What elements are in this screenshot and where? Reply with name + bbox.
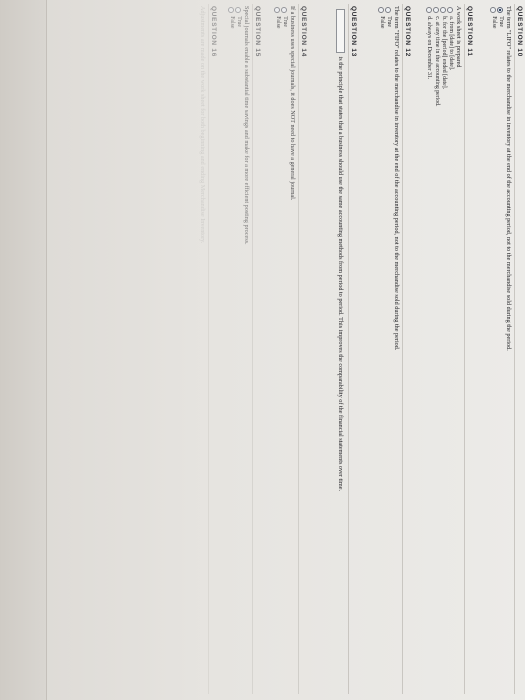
radio-button-icon[interactable] — [228, 7, 235, 14]
option-label: False — [228, 16, 235, 29]
question-16-text: Adjustments are made on the work sheet f… — [199, 6, 206, 244]
question-12-option-true[interactable]: True — [385, 4, 392, 694]
question-16: QUESTION 16 Adjustments are made on the … — [198, 4, 217, 694]
quiz-page: QUESTION 10 The term "LIFO" relates to t… — [0, 0, 525, 700]
question-14: QUESTION 14 If a business uses special j… — [274, 4, 307, 694]
option-label: c. at any time in the accounting period. — [433, 16, 440, 107]
option-label: a. from [date] to [date]. — [448, 16, 454, 71]
radio-button-icon[interactable] — [235, 7, 242, 14]
question-15-text: Special journals enable a substantial ti… — [243, 6, 250, 245]
radio-button-icon[interactable] — [497, 7, 504, 14]
option-label: True — [236, 16, 242, 27]
option-label: False — [490, 16, 497, 29]
radio-button-icon[interactable] — [447, 7, 454, 14]
radio-button-icon[interactable] — [274, 7, 281, 14]
question-10-divider — [514, 4, 515, 694]
question-12-text: The term "FIFO" relates to the merchandi… — [393, 6, 400, 351]
screen-edge — [0, 0, 47, 700]
question-16-header: QUESTION 16 — [210, 6, 217, 58]
question-14-text: If a business uses special journals, it … — [289, 6, 296, 201]
radio-button-icon[interactable] — [281, 7, 288, 14]
radio-button-icon[interactable] — [385, 7, 392, 14]
question-15-option-true[interactable]: True — [235, 4, 242, 694]
question-13-divider — [348, 4, 349, 694]
radio-button-icon[interactable] — [432, 7, 440, 14]
question-13-text: is the principle that states that a busi… — [337, 56, 345, 492]
option-label: True — [386, 16, 392, 27]
question-13-header: QUESTION 13 — [350, 6, 357, 58]
option-label: True — [498, 16, 504, 27]
question-13: QUESTION 13 is the principle that states… — [336, 4, 357, 694]
radio-button-icon[interactable] — [425, 7, 432, 14]
question-14-header: QUESTION 14 — [300, 6, 307, 58]
question-12-option-false[interactable]: False — [378, 4, 385, 694]
question-11-option-d[interactable]: d. always on December 31. — [425, 4, 432, 694]
option-label: True — [282, 16, 288, 27]
question-14-divider — [298, 4, 299, 694]
question-10-header: QUESTION 10 — [516, 6, 523, 58]
question-12-header: QUESTION 12 — [404, 6, 411, 58]
radio-button-icon[interactable] — [440, 7, 447, 14]
question-15: QUESTION 15 Special journals enable a su… — [228, 4, 261, 694]
question-11: QUESTION 11 A work sheet is prepared a. … — [425, 4, 473, 694]
question-11-option-a[interactable]: a. from [date] to [date]. — [447, 4, 454, 694]
question-14-option-false[interactable]: False — [274, 4, 281, 694]
question-10-option-true[interactable]: True — [497, 4, 504, 694]
question-13-line: is the principle that states that a busi… — [336, 4, 345, 694]
question-11-text: A work sheet is prepared — [455, 6, 462, 68]
question-11-header: QUESTION 11 — [466, 6, 473, 57]
question-15-option-false[interactable]: False — [228, 4, 235, 694]
radio-button-icon[interactable] — [378, 7, 385, 14]
option-label: d. always on December 31. — [426, 16, 433, 80]
radio-button-icon[interactable] — [490, 7, 497, 14]
option-label: False — [378, 16, 385, 29]
question-14-option-true[interactable]: True — [281, 4, 288, 694]
question-10-option-false[interactable]: False — [490, 4, 497, 694]
question-15-divider — [252, 4, 253, 694]
question-11-divider — [464, 4, 465, 694]
option-label: False — [274, 16, 281, 29]
photo-frame: QUESTION 10 The term "LIFO" relates to t… — [0, 0, 525, 700]
question-16-divider — [208, 4, 209, 694]
question-12: QUESTION 12 The term "FIFO" relates to t… — [378, 4, 411, 694]
question-15-header: QUESTION 15 — [254, 6, 261, 58]
option-label: b. for the [period] ended [date]. — [440, 16, 447, 90]
fill-in-answer-input[interactable] — [336, 9, 345, 53]
question-11-option-c[interactable]: c. at any time in the accounting period. — [432, 4, 440, 694]
question-10: QUESTION 10 The term "LIFO" relates to t… — [490, 4, 523, 694]
question-11-option-b[interactable]: b. for the [period] ended [date]. — [440, 4, 447, 694]
question-12-divider — [402, 4, 403, 694]
question-10-text: The term "LIFO" relates to the merchandi… — [505, 6, 512, 351]
